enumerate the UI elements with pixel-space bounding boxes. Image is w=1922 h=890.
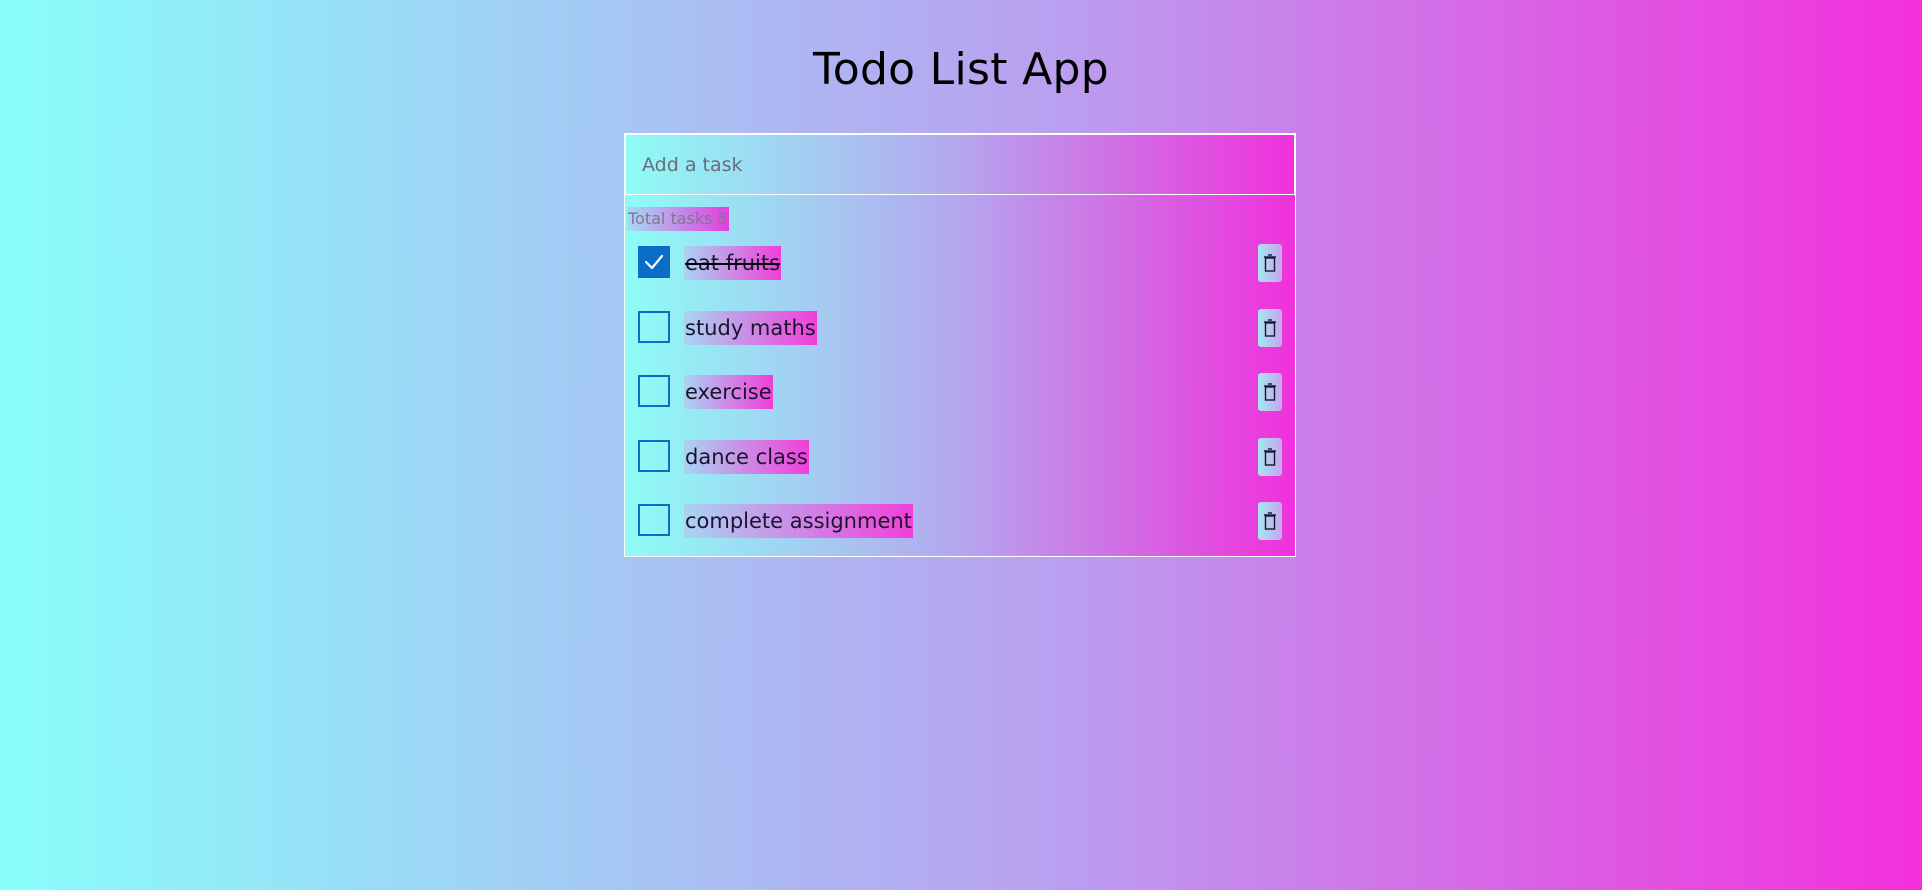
task-item: complete assignment: [625, 502, 1295, 569]
trash-icon: [1264, 318, 1276, 337]
todo-card: Total tasks 5 eat fruits study maths: [624, 133, 1296, 557]
trash-icon: [1264, 383, 1276, 401]
task-checkbox[interactable]: [638, 246, 670, 278]
task-checkbox[interactable]: [638, 310, 670, 343]
task-item: study maths: [625, 308, 1295, 376]
task-checkbox[interactable]: [638, 504, 670, 536]
task-label: dance class: [684, 439, 809, 474]
trash-icon: [1264, 254, 1276, 272]
check-icon: [644, 254, 664, 270]
delete-task-button[interactable]: [1258, 502, 1282, 540]
add-task-input[interactable]: [625, 134, 1295, 195]
task-list: eat fruits study maths exercise dance cl…: [625, 244, 1295, 569]
task-checkbox[interactable]: [638, 439, 670, 472]
delete-task-button[interactable]: [1258, 244, 1282, 282]
task-item: eat fruits: [625, 244, 1295, 311]
page-title: Todo List App: [813, 44, 1109, 95]
task-checkbox[interactable]: [638, 375, 670, 407]
total-tasks-count: Total tasks 5: [627, 207, 729, 231]
delete-task-button[interactable]: [1258, 373, 1282, 411]
task-item: dance class: [625, 437, 1295, 505]
task-label: eat fruits: [684, 246, 782, 280]
task-item: exercise: [625, 373, 1295, 440]
task-label: exercise: [684, 375, 773, 409]
delete-task-button[interactable]: [1258, 437, 1282, 476]
delete-task-button[interactable]: [1258, 308, 1282, 347]
trash-icon: [1264, 447, 1276, 466]
task-label: study maths: [684, 310, 817, 345]
task-label: complete assignment: [684, 504, 913, 538]
trash-icon: [1264, 512, 1276, 530]
